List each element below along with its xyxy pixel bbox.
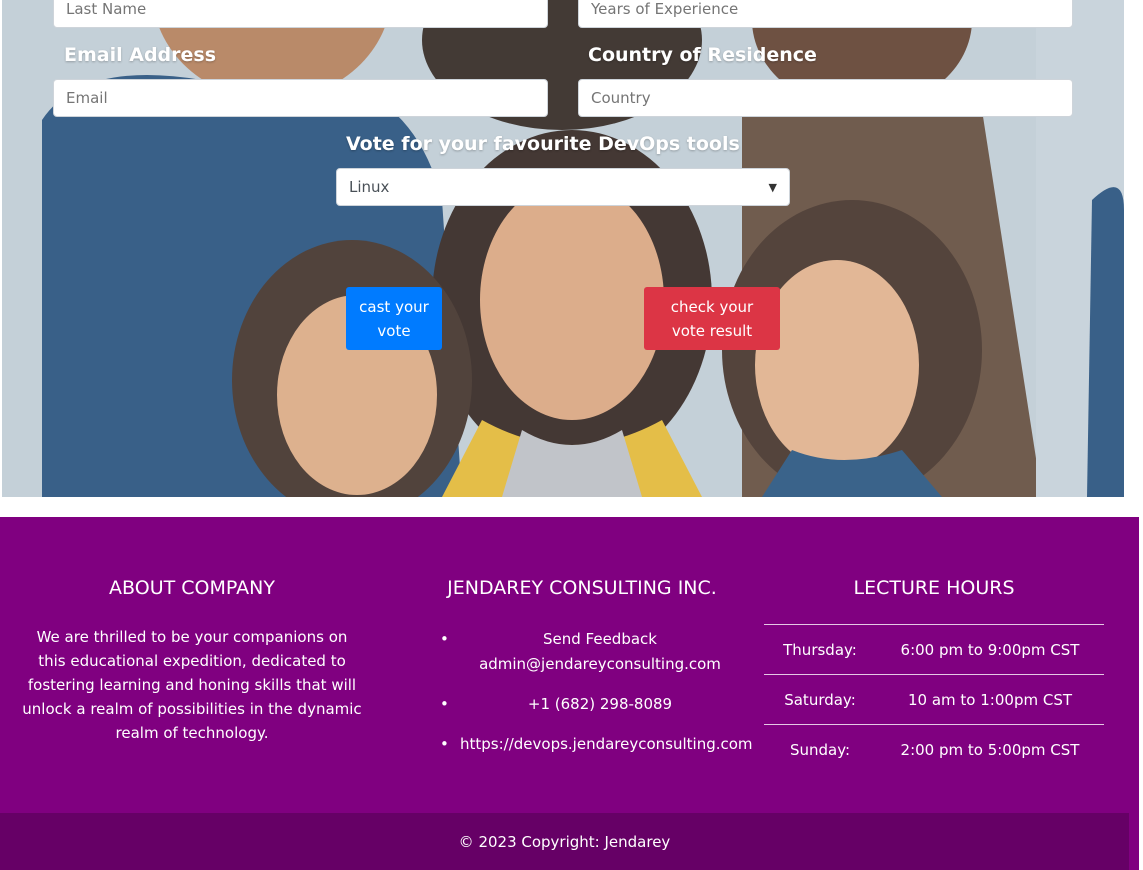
hero-background-image [2, 0, 1124, 497]
copyright-text: © 2023 Copyright: Jendarey [458, 832, 671, 851]
hours-row: Saturday: 10 am to 1:00pm CST [764, 674, 1104, 724]
contact-website[interactable]: • https://devops.jendareyconsulting.com [440, 732, 753, 757]
about-text: We are thrilled to be your companions on… [22, 628, 362, 742]
devops-tool-select[interactable]: Linux ▼ [336, 168, 790, 206]
hero-section: Email Address Country of Residence Vote … [2, 0, 1124, 497]
hours-day: Saturday: [784, 690, 856, 709]
experience-input[interactable] [578, 0, 1073, 28]
bullet-icon: • [440, 630, 449, 648]
chevron-down-icon: ▼ [768, 180, 777, 194]
country-label: Country of Residence [588, 44, 817, 66]
company-title: JENDAREY CONSULTING INC. [447, 577, 717, 599]
hours-title: LECTURE HOURS [853, 577, 1015, 599]
bullet-icon: • [440, 735, 449, 753]
hours-day: Thursday: [783, 640, 857, 659]
contact-list: • Send Feedback admin@jendareyconsulting… [440, 627, 753, 772]
country-input[interactable] [578, 79, 1073, 117]
hours-time: 2:00 pm to 5:00pm CST [900, 740, 1080, 759]
bullet-icon: • [440, 695, 449, 713]
contact-feedback[interactable]: • Send Feedback admin@jendareyconsulting… [440, 627, 740, 677]
hours-row: Sunday: 2:00 pm to 5:00pm CST [764, 724, 1104, 774]
hours-day: Sunday: [789, 740, 851, 759]
check-result-button[interactable]: check your vote result [644, 287, 780, 350]
email-label: Email Address [64, 44, 217, 66]
contact-feedback-text[interactable]: Send Feedback admin@jendareyconsulting.c… [440, 627, 740, 677]
contact-phone-text[interactable]: +1 (682) 298-8089 [440, 692, 740, 717]
select-value: Linux [349, 178, 390, 196]
hours-time: 6:00 pm to 9:00pm CST [900, 640, 1080, 659]
vote-label: Vote for your favourite DevOps tools [346, 133, 740, 155]
cast-vote-button[interactable]: cast your vote [346, 287, 442, 350]
email-input[interactable] [53, 79, 548, 117]
contact-phone[interactable]: • +1 (682) 298-8089 [440, 692, 740, 717]
hours-time: 10 am to 1:00pm CST [908, 690, 1072, 709]
footer: ABOUT COMPANY We are thrilled to be your… [0, 517, 1139, 870]
hours-row: Thursday: 6:00 pm to 9:00pm CST [764, 624, 1104, 674]
about-title: ABOUT COMPANY [109, 577, 275, 599]
last-name-input[interactable] [53, 0, 548, 28]
copyright-bar: © 2023 Copyright: Jendarey [0, 813, 1129, 870]
lecture-hours-table: Thursday: 6:00 pm to 9:00pm CST Saturday… [764, 624, 1104, 774]
contact-website-text[interactable]: https://devops.jendareyconsulting.com [440, 732, 753, 757]
